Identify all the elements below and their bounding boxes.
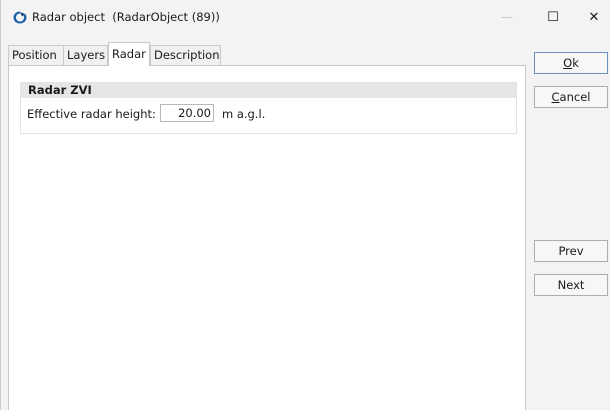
close-icon: ✕: [588, 9, 600, 25]
minimize-button[interactable]: —: [484, 0, 530, 34]
ok-button[interactable]: Ok: [534, 52, 608, 74]
tab-panel-radar: Radar ZVI Effective radar height: m a.g.…: [8, 65, 526, 410]
prev-button[interactable]: Prev: [534, 240, 608, 262]
cancel-label: ancel: [559, 90, 591, 104]
tab-description[interactable]: Description: [150, 45, 221, 65]
dialog-window: Radar object (RadarObject (89)) — ☐ ✕ Po…: [0, 0, 610, 410]
radar-zvi-group: Radar ZVI Effective radar height: m a.g.…: [20, 82, 517, 134]
radar-height-unit: m a.g.l.: [222, 107, 266, 121]
ok-mnemonic: O: [563, 56, 573, 70]
radar-height-label: Effective radar height:: [27, 107, 156, 121]
cancel-mnemonic: C: [551, 90, 560, 104]
next-button[interactable]: Next: [534, 274, 608, 296]
maximize-button[interactable]: ☐: [530, 0, 576, 34]
cancel-button[interactable]: Cancel: [534, 86, 608, 108]
tab-position[interactable]: Position: [8, 45, 64, 65]
ok-label: k: [572, 56, 579, 70]
minimize-icon: —: [501, 10, 513, 24]
tab-radar[interactable]: Radar: [108, 42, 150, 66]
title-bar[interactable]: Radar object (RadarObject (89)) — ☐ ✕: [1, 0, 610, 34]
radar-globe-icon: [13, 11, 27, 24]
tab-layers[interactable]: Layers: [63, 45, 108, 65]
maximize-icon: ☐: [547, 9, 559, 25]
radar-height-input[interactable]: [160, 104, 214, 122]
close-button[interactable]: ✕: [571, 0, 610, 34]
window-title: Radar object (RadarObject (89)): [32, 10, 220, 24]
group-title: Radar ZVI: [21, 83, 516, 98]
